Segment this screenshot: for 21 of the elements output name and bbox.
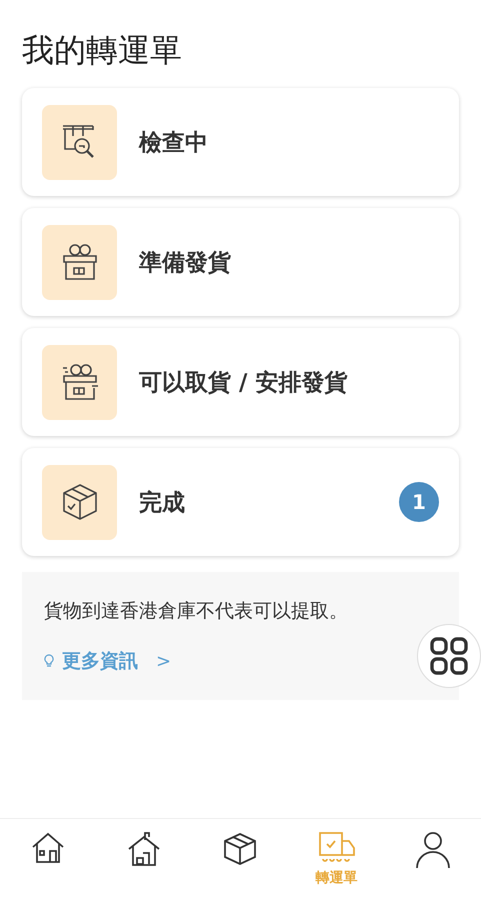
notice-text: 貨物到達香港倉庫不代表可以提取。 — [44, 599, 349, 624]
gift-box-icon — [60, 242, 98, 282]
truck-icon — [318, 831, 356, 865]
house-icon — [31, 831, 66, 865]
status-card[interactable]: 完成 1 — [22, 448, 459, 556]
status-label: 準備發貨 — [139, 248, 232, 278]
gift-box-icon — [60, 362, 98, 402]
status-card[interactable]: 準備發貨 — [22, 208, 459, 316]
box-icon — [222, 831, 258, 867]
status-label: 完成 — [139, 488, 186, 518]
status-label: 可以取貨 / 安排發貨 — [139, 368, 348, 398]
status-card[interactable]: 可以取貨 / 安排發貨 — [22, 328, 459, 436]
chevron: > — [156, 650, 172, 672]
person-icon — [414, 831, 451, 869]
page-title: 我的轉運單 — [22, 30, 183, 71]
grid-icon — [429, 636, 469, 676]
lightbulb-icon — [44, 654, 54, 668]
house-boxes-icon — [127, 831, 162, 867]
status-label: 檢查中 — [139, 128, 209, 158]
count-badge: 1 — [399, 482, 439, 522]
status-card[interactable]: 檢查中 — [22, 88, 459, 196]
